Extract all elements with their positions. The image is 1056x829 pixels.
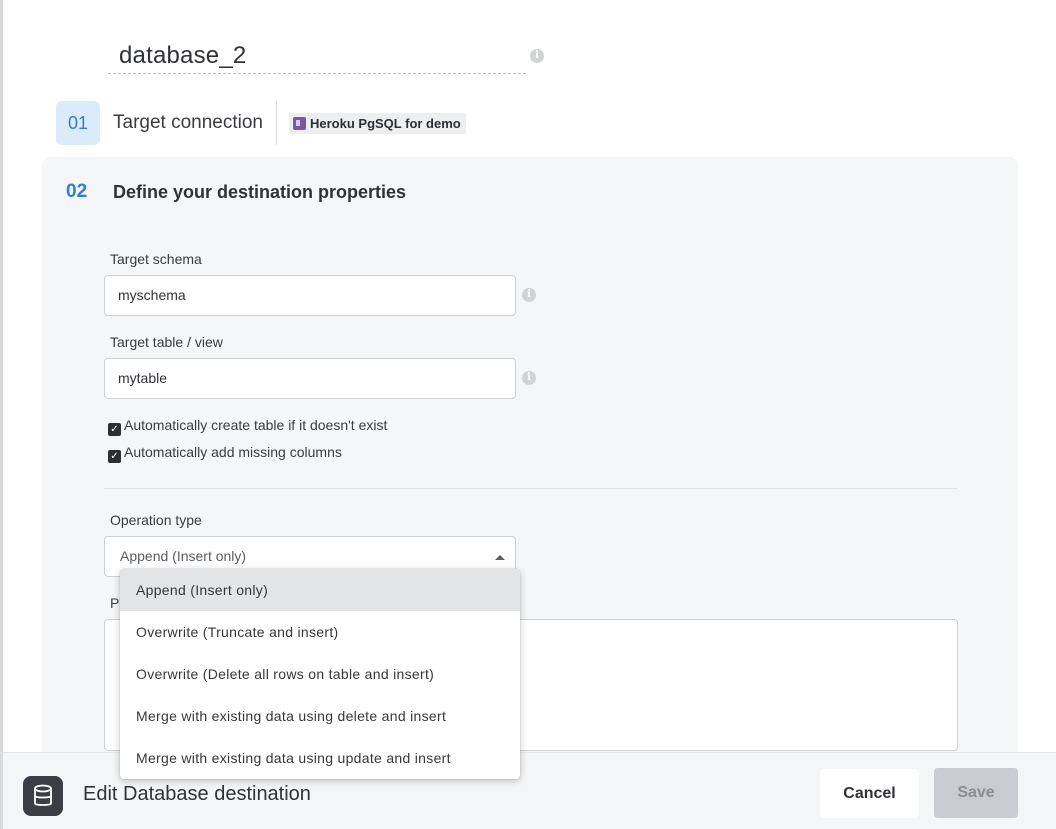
divider: [276, 101, 277, 145]
info-icon[interactable]: i: [522, 288, 536, 302]
dropdown-option[interactable]: Overwrite (Truncate and insert): [120, 611, 520, 653]
caret-up-icon[interactable]: [495, 555, 505, 560]
select-value: Append (Insert only): [120, 548, 247, 564]
checkbox-checked-icon[interactable]: ✓: [108, 423, 121, 436]
save-button[interactable]: Save: [934, 768, 1018, 818]
step-number: 02: [66, 181, 88, 202]
database-icon: [23, 776, 63, 816]
target-table-label: Target table / view: [110, 334, 223, 350]
operation-type-label: Operation type: [110, 512, 202, 528]
section-divider: [104, 488, 958, 489]
checkbox-label: Automatically create table if it doesn't…: [124, 417, 388, 433]
obscured-field-label: P: [110, 595, 120, 611]
target-schema-label: Target schema: [110, 251, 202, 267]
destination-name-field[interactable]: database_2: [108, 38, 526, 74]
checkbox-checked-icon[interactable]: ✓: [108, 450, 121, 463]
info-icon[interactable]: i: [530, 49, 544, 63]
connection-badge[interactable]: Heroku PgSQL for demo: [289, 113, 466, 134]
step-title: Define your destination properties: [113, 182, 407, 202]
dropdown-option[interactable]: Overwrite (Delete all rows on table and …: [120, 653, 520, 695]
auto-add-columns-option[interactable]: ✓ Automatically add missing columns: [108, 444, 342, 463]
step-number-badge: 01: [56, 101, 100, 145]
step-title: Target connection: [113, 112, 263, 133]
connection-name: Heroku PgSQL for demo: [310, 116, 461, 131]
checkbox-label: Automatically add missing columns: [124, 444, 342, 460]
target-schema-input[interactable]: myschema: [104, 275, 516, 316]
dropdown-option[interactable]: Append (Insert only): [120, 569, 520, 611]
target-table-input[interactable]: mytable: [104, 358, 516, 399]
footer-title: Edit Database destination: [83, 783, 311, 805]
operation-type-dropdown[interactable]: Append (Insert only) Overwrite (Truncate…: [120, 569, 520, 779]
heroku-icon: [293, 117, 306, 130]
left-border: [0, 0, 3, 829]
destination-name[interactable]: database_2: [119, 42, 246, 70]
dropdown-option[interactable]: Merge with existing data using delete an…: [120, 695, 520, 737]
cancel-button[interactable]: Cancel: [820, 769, 919, 818]
auto-create-table-option[interactable]: ✓ Automatically create table if it doesn'…: [108, 417, 387, 436]
dropdown-option[interactable]: Merge with existing data using update an…: [120, 737, 520, 779]
info-icon[interactable]: i: [522, 371, 536, 385]
